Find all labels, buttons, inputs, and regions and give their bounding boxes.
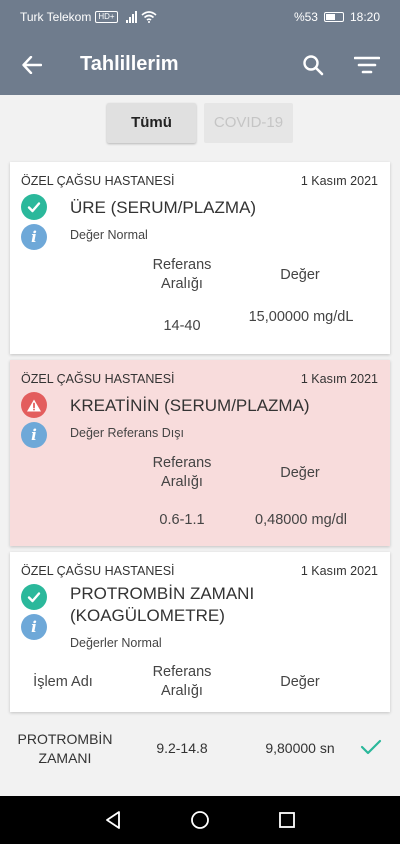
- result-value: 9,80000 sn: [265, 740, 335, 756]
- test-name: ÜRE (SERUM/PLAZMA): [70, 198, 257, 217]
- result-card-alert[interactable]: ÖZEL ÇAĞSU HASTANESİ 1 Kasım 2021 KREATİ…: [10, 360, 390, 546]
- nav-recents-icon[interactable]: [278, 811, 296, 829]
- result-value: 0,48000 mg/dl: [255, 512, 347, 528]
- procedure-header: İşlem Adı: [33, 674, 93, 690]
- check-icon: [360, 739, 382, 755]
- clock: 18:20: [349, 10, 380, 24]
- tab-all[interactable]: Tümü: [107, 102, 196, 143]
- test-name: PROTROMBİN ZAMANI (KOAGÜLOMETRE): [70, 584, 255, 625]
- info-icon[interactable]: i: [21, 422, 47, 448]
- status-text: Değerler Normal: [70, 636, 162, 650]
- sub-result-row[interactable]: PROTROMBİN ZAMANI 9.2-14.8 9,80000 sn: [0, 728, 400, 772]
- status-text: Değer Referans Dışı: [70, 426, 184, 440]
- result-card[interactable]: ÖZEL ÇAĞSU HASTANESİ 1 Kasım 2021 ÜRE (S…: [10, 162, 390, 354]
- hospital-name: ÖZEL ÇAĞSU HASTANESİ: [21, 174, 175, 188]
- value-header: Değer: [280, 465, 320, 481]
- ref-range-header: Referans Aralığı: [152, 257, 212, 292]
- nav-home-icon[interactable]: [190, 810, 210, 830]
- result-date: 1 Kasım 2021: [300, 372, 378, 386]
- tab-covid19[interactable]: COVID-19: [204, 102, 293, 143]
- test-name: KREATİNİN (SERUM/PLAZMA): [70, 396, 310, 415]
- procedure-name: PROTROMBİN ZAMANI: [17, 731, 113, 766]
- info-icon[interactable]: i: [21, 224, 47, 250]
- tab-bar: Tümü COVID-19: [0, 95, 400, 150]
- wifi-icon: [141, 11, 157, 23]
- arrow-left-icon: [22, 55, 42, 74]
- info-icon[interactable]: i: [21, 614, 47, 640]
- search-icon: [303, 54, 324, 75]
- status-text: Değer Normal: [70, 228, 148, 242]
- ref-range-value: 0.6-1.1: [159, 512, 205, 528]
- result-date: 1 Kasım 2021: [300, 174, 378, 188]
- warning-icon: [21, 392, 47, 418]
- result-card[interactable]: ÖZEL ÇAĞSU HASTANESİ 1 Kasım 2021 PROTRO…: [10, 552, 390, 712]
- back-button[interactable]: [0, 34, 64, 95]
- result-date: 1 Kasım 2021: [300, 564, 378, 578]
- app-bar: Tahlillerim: [0, 34, 400, 95]
- ref-range-header: Referans Aralığı: [152, 664, 212, 699]
- battery-percent: %53: [293, 10, 318, 24]
- battery-icon: [323, 12, 344, 22]
- check-circle-icon: [21, 194, 47, 220]
- search-button[interactable]: [286, 34, 340, 95]
- filter-button[interactable]: [340, 34, 394, 95]
- nav-back-icon[interactable]: [104, 810, 122, 830]
- filter-icon: [354, 56, 380, 73]
- value-header: Değer: [280, 674, 320, 690]
- ref-range-header: Referans Aralığı: [152, 455, 212, 490]
- hospital-name: ÖZEL ÇAĞSU HASTANESİ: [21, 372, 175, 386]
- results-list[interactable]: ÖZEL ÇAĞSU HASTANESİ 1 Kasım 2021 ÜRE (S…: [0, 150, 400, 796]
- signal-icon: [125, 11, 137, 23]
- carrier-label: Turk Telekom: [20, 10, 92, 24]
- value-header: Değer: [280, 267, 320, 283]
- page-title: Tahlillerim: [80, 53, 179, 75]
- network-badge: HD+: [95, 11, 118, 23]
- check-circle-icon: [21, 584, 47, 610]
- system-nav-bar: [0, 796, 400, 844]
- ref-range-value: 14-40: [163, 318, 201, 334]
- status-bar: Turk Telekom HD+ %53 18:20: [0, 0, 400, 34]
- hospital-name: ÖZEL ÇAĞSU HASTANESİ: [21, 564, 175, 578]
- ref-range-value: 9.2-14.8: [156, 740, 208, 756]
- result-value: 15,00000 mg/dL: [248, 309, 354, 325]
